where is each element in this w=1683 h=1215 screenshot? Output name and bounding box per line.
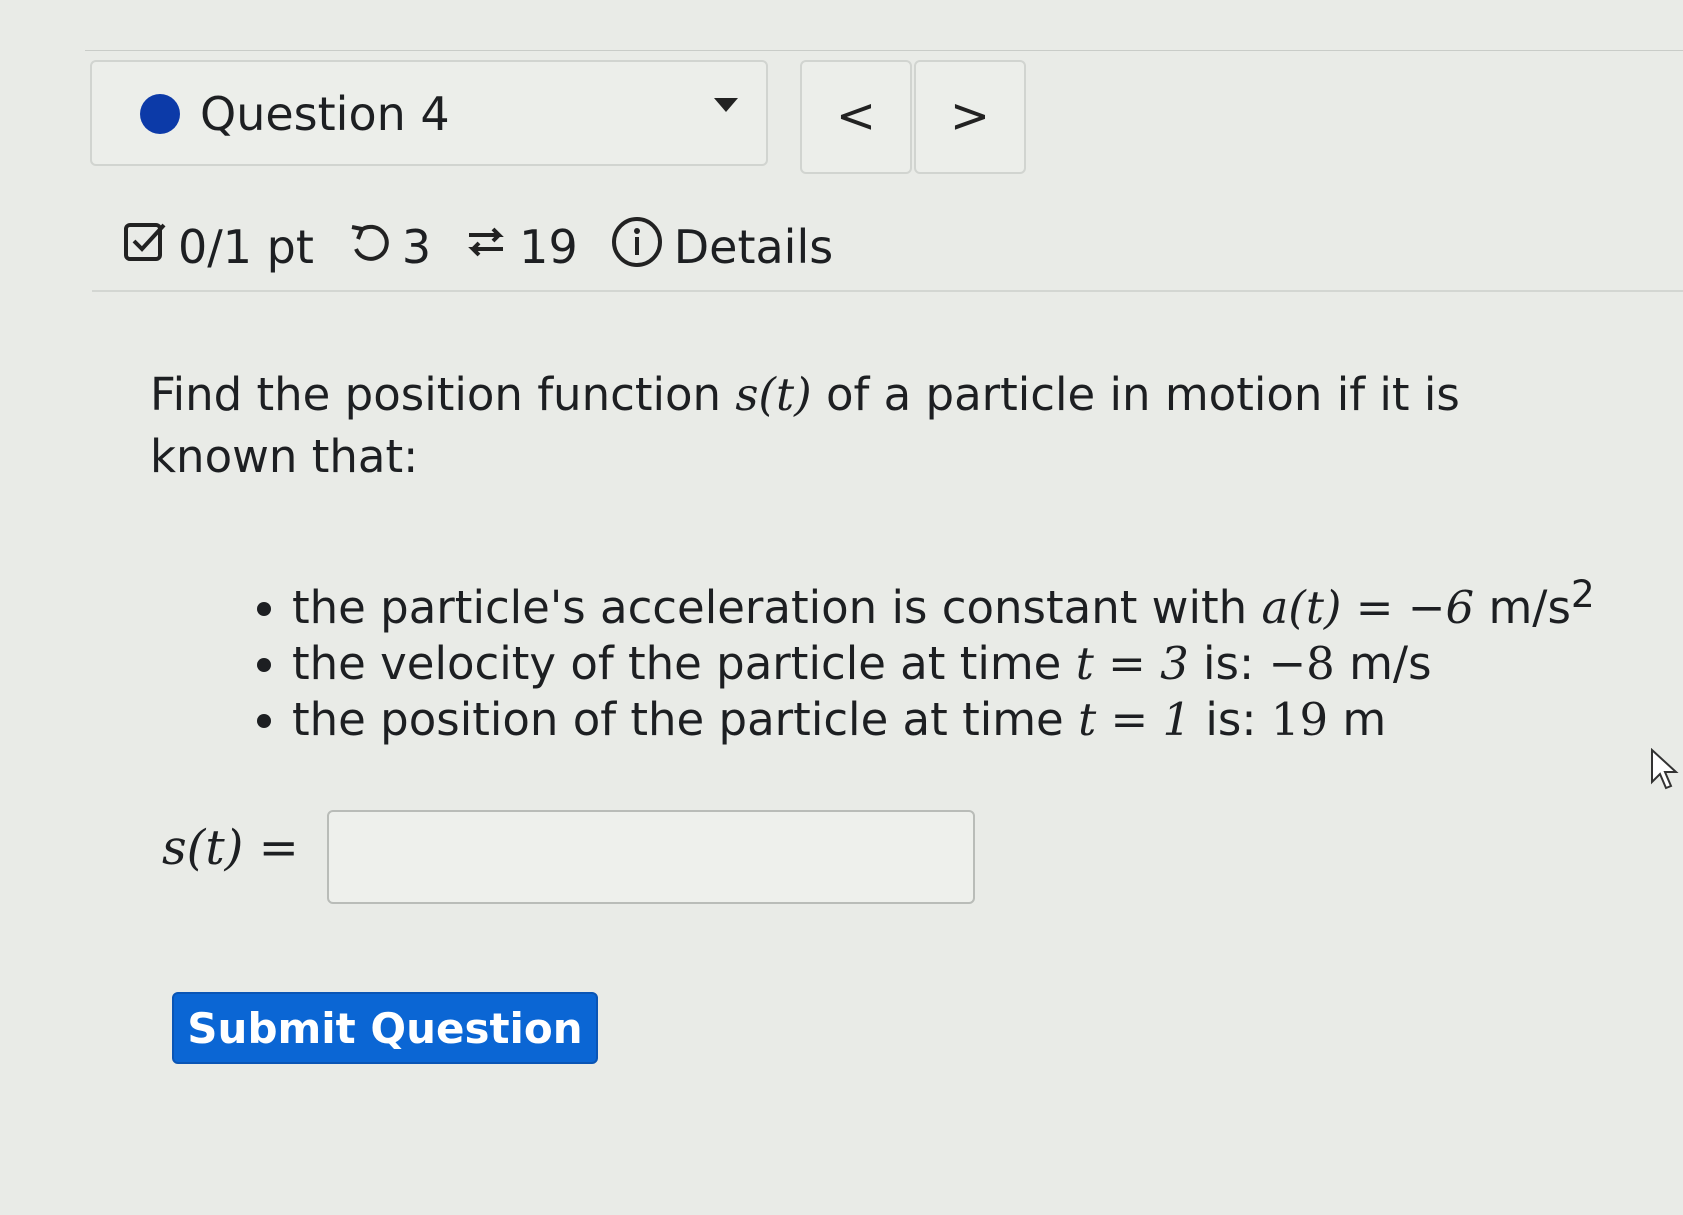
condition-value: −8: [1268, 637, 1335, 690]
meta-divider: [92, 290, 1683, 292]
condition-position: the position of the particle at time t =…: [292, 692, 1595, 748]
next-question-button[interactable]: >: [914, 60, 1026, 174]
attempts-count: 3: [401, 220, 432, 274]
condition-text: the position of the particle at time: [292, 693, 1079, 746]
answer-label: s(t) =: [162, 820, 299, 876]
retries-count: 19: [519, 220, 578, 274]
condition-unit: m/s: [1334, 637, 1432, 690]
condition-text: the velocity of the particle at time: [292, 637, 1076, 690]
condition-text: the particle's acceleration is constant …: [292, 581, 1262, 634]
checkbox-icon: [122, 219, 168, 276]
condition-text: is:: [1188, 637, 1269, 690]
condition-math: a(t) = −6: [1261, 581, 1475, 634]
condition-list: the particle's acceleration is constant …: [240, 566, 1595, 748]
question-prompt: Find the position function s(t) of a par…: [150, 364, 1530, 488]
top-divider: [85, 50, 1683, 51]
submit-question-button[interactable]: Submit Question: [172, 992, 598, 1064]
condition-value: 19: [1270, 693, 1329, 746]
question-label: Question 4: [200, 87, 450, 141]
details-link[interactable]: Details: [674, 220, 833, 274]
info-icon[interactable]: [610, 215, 664, 280]
caret-down-icon: [714, 98, 738, 112]
answer-input[interactable]: [327, 810, 975, 904]
condition-acceleration: the particle's acceleration is constant …: [292, 566, 1595, 636]
condition-math: t = 1: [1078, 693, 1192, 746]
condition-unit: m/s: [1474, 581, 1571, 634]
undo-icon: [346, 219, 392, 276]
prompt-function: s(t): [735, 368, 812, 421]
prompt-text-1: Find the position function: [150, 368, 736, 421]
condition-math: t = 3: [1075, 637, 1189, 690]
condition-exponent: 2: [1570, 572, 1595, 616]
question-selector[interactable]: Question 4: [90, 60, 768, 166]
mouse-cursor-icon: [1650, 747, 1680, 796]
condition-unit: m: [1328, 693, 1387, 746]
condition-velocity: the velocity of the particle at time t =…: [292, 636, 1595, 692]
condition-text: is:: [1191, 693, 1271, 746]
score-text: 0/1 pt: [178, 220, 314, 274]
retry-icon: [463, 219, 509, 276]
prev-question-button[interactable]: <: [800, 60, 912, 174]
question-meta: 0/1 pt 3 19 Details: [122, 212, 833, 282]
status-dot-icon: [140, 94, 180, 134]
